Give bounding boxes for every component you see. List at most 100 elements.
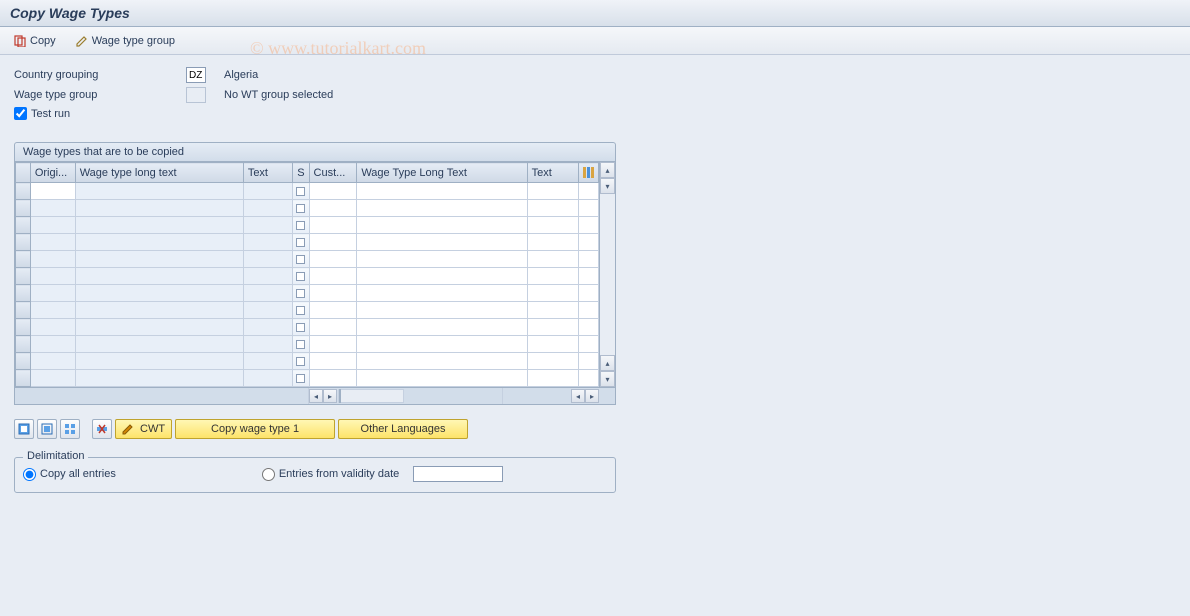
row-selector[interactable] [16,285,31,302]
cell-wage-type-long-text[interactable] [75,302,243,319]
cell-text-2[interactable] [527,183,578,200]
col-s[interactable]: S [293,163,309,183]
cell-origi[interactable] [30,302,75,319]
col-wage-type-long-text-2[interactable]: Wage Type Long Text [357,163,527,183]
col-origi[interactable]: Origi... [30,163,75,183]
cell-origi[interactable] [30,251,75,268]
cell-text-2[interactable] [527,370,578,387]
hscroll-right-button-2[interactable]: ▸ [585,389,599,403]
row-selector[interactable] [16,200,31,217]
validity-date-input[interactable] [413,466,503,482]
vertical-scrollbar[interactable]: ▴ ▾ ▴ ▾ [599,162,615,387]
copy-wage-type-1-button[interactable]: Copy wage type 1 [175,419,335,439]
cell-wage-type-long-text-2[interactable] [357,319,527,336]
row-selector[interactable] [16,234,31,251]
cell-text-2[interactable] [527,251,578,268]
cell-s[interactable] [293,370,309,387]
cell-wage-type-long-text[interactable] [75,336,243,353]
cell-s[interactable] [293,319,309,336]
cell-s[interactable] [293,251,309,268]
cell-text-2[interactable] [527,200,578,217]
select-all-button[interactable] [14,419,34,439]
cell-text[interactable] [243,234,292,251]
copy-toolbar-button[interactable]: Copy [10,33,60,49]
cell-s[interactable] [293,217,309,234]
scroll-track[interactable] [600,194,615,355]
cell-origi[interactable] [30,353,75,370]
cell-cust[interactable] [309,251,357,268]
col-cust[interactable]: Cust... [309,163,357,183]
cell-cust[interactable] [309,319,357,336]
cell-text-2[interactable] [527,319,578,336]
scroll-down-step-button[interactable]: ▾ [600,178,615,194]
cell-text-2[interactable] [527,336,578,353]
cell-cust[interactable] [309,370,357,387]
cell-cust[interactable] [309,285,357,302]
cell-wage-type-long-text-2[interactable] [357,234,527,251]
row-selector[interactable] [16,268,31,285]
cell-cust[interactable] [309,268,357,285]
cell-s[interactable] [293,200,309,217]
scroll-up-button[interactable]: ▴ [600,162,615,178]
cell-text[interactable] [243,251,292,268]
wage-type-group-input[interactable] [186,87,206,103]
test-run-checkbox[interactable] [14,107,27,120]
cell-origi[interactable] [30,217,75,234]
horizontal-scrollbar-right[interactable]: ◂ ▸ [503,388,599,404]
col-config[interactable] [578,163,598,183]
cell-s[interactable] [293,183,309,200]
col-text[interactable]: Text [243,163,292,183]
cell-wage-type-long-text-2[interactable] [357,353,527,370]
entries-from-validity-option[interactable]: Entries from validity date [262,468,399,481]
col-wage-type-long-text[interactable]: Wage type long text [75,163,243,183]
cell-text-2[interactable] [527,353,578,370]
wage-type-group-toolbar-button[interactable]: Wage type group [72,33,179,49]
cell-wage-type-long-text-2[interactable] [357,183,527,200]
cell-wage-type-long-text[interactable] [75,268,243,285]
scroll-up-step-button[interactable]: ▴ [600,355,615,371]
cell-text-2[interactable] [527,234,578,251]
cell-cust[interactable] [309,336,357,353]
cell-wage-type-long-text-2[interactable] [357,200,527,217]
cell-text-2[interactable] [527,217,578,234]
cell-text[interactable] [243,268,292,285]
cell-wage-type-long-text-2[interactable] [357,251,527,268]
cell-wage-type-long-text[interactable] [75,370,243,387]
copy-all-entries-radio[interactable] [23,468,36,481]
cell-s[interactable] [293,353,309,370]
deselect-all-button[interactable] [37,419,57,439]
cell-text[interactable] [243,285,292,302]
cell-wage-type-long-text[interactable] [75,217,243,234]
cell-origi[interactable] [30,234,75,251]
cell-text[interactable] [243,319,292,336]
cell-origi[interactable] [30,319,75,336]
row-selector[interactable] [16,336,31,353]
cell-s[interactable] [293,302,309,319]
horizontal-scrollbar-left[interactable]: ◂ ▸ [309,388,405,404]
cell-text-2[interactable] [527,268,578,285]
cell-text-2[interactable] [527,302,578,319]
entries-from-validity-radio[interactable] [262,468,275,481]
cell-origi[interactable] [30,336,75,353]
cell-cust[interactable] [309,353,357,370]
country-grouping-input[interactable] [186,67,206,83]
row-selector[interactable] [16,251,31,268]
cell-origi[interactable] [30,370,75,387]
row-selector-header[interactable] [16,163,31,183]
row-selector[interactable] [16,217,31,234]
cell-s[interactable] [293,268,309,285]
cell-wage-type-long-text[interactable] [75,251,243,268]
delete-row-button[interactable] [92,419,112,439]
cell-text[interactable] [243,302,292,319]
hscroll-left-button-2[interactable]: ◂ [571,389,585,403]
cell-wage-type-long-text[interactable] [75,353,243,370]
hscroll-left-button[interactable]: ◂ [309,389,323,403]
other-languages-button[interactable]: Other Languages [338,419,468,439]
cell-wage-type-long-text-2[interactable] [357,268,527,285]
row-selector[interactable] [16,302,31,319]
cell-text-2[interactable] [527,285,578,302]
cell-wage-type-long-text-2[interactable] [357,217,527,234]
cell-wage-type-long-text[interactable] [75,200,243,217]
cell-wage-type-long-text[interactable] [75,319,243,336]
cell-cust[interactable] [309,200,357,217]
